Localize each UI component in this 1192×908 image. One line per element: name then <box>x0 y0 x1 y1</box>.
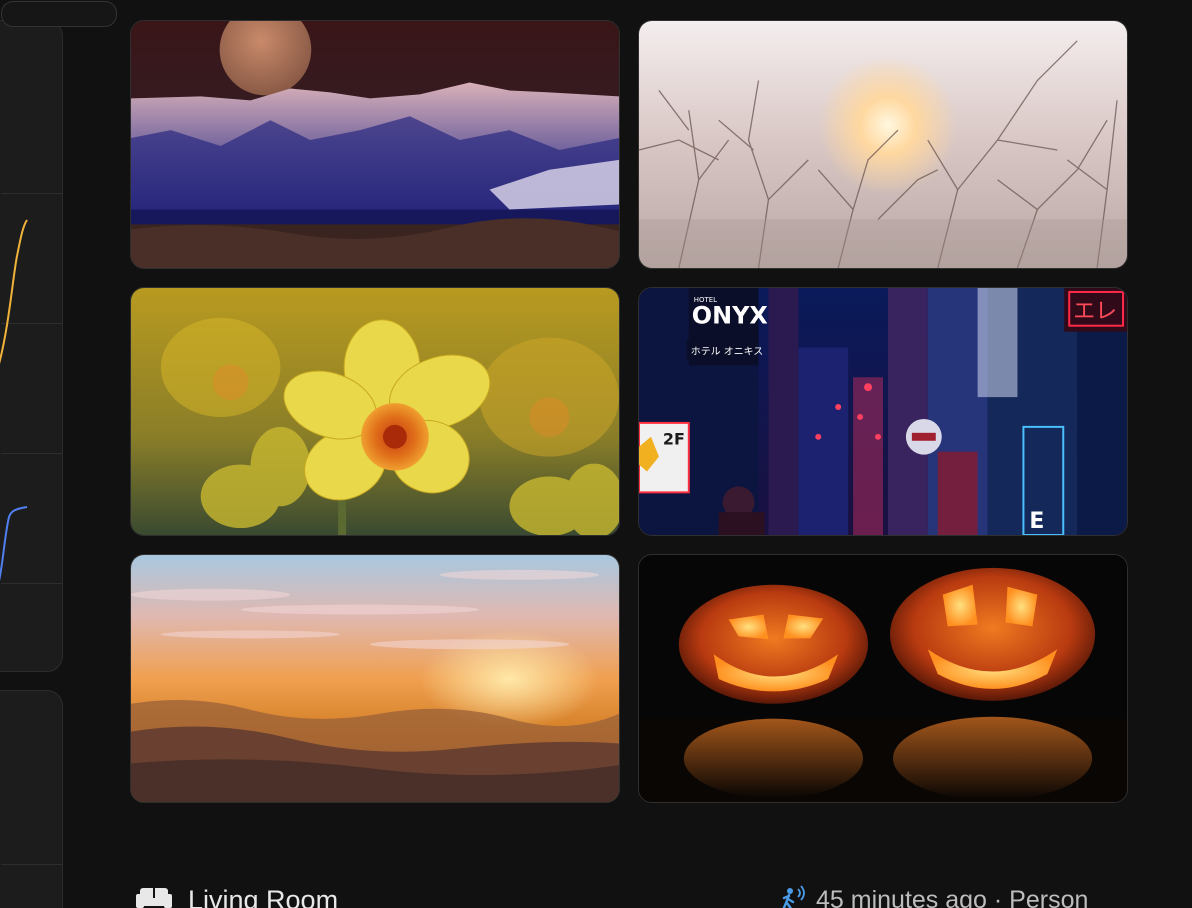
snapshot-mountain-moon[interactable] <box>130 20 620 269</box>
divider <box>1 453 63 454</box>
divider <box>1 864 63 865</box>
floor-sign: 2F <box>663 430 685 449</box>
camera-dashboard: エレ HOTEL ONYX ホテル オニキス 2F E Living Room … <box>0 0 1192 908</box>
sofa-icon <box>136 888 172 908</box>
jack-o-lanterns-image <box>639 555 1127 802</box>
snapshot-misty-sunrise[interactable] <box>638 20 1128 269</box>
snapshot-neon-alley[interactable]: エレ HOTEL ONYX ホテル オニキス 2F E <box>638 287 1128 536</box>
room-name[interactable]: Living Room <box>188 885 338 908</box>
humidity-sparkline <box>0 506 28 582</box>
hotel-sign-name: ONYX <box>692 302 768 330</box>
letter-sign: E <box>1029 509 1044 534</box>
neon-red-sign: エレ <box>1073 299 1117 324</box>
divider <box>1 193 63 194</box>
temperature-sparkline <box>0 219 28 365</box>
snapshot-sunset-hills[interactable] <box>130 554 620 803</box>
daffodil-image <box>131 288 619 535</box>
misty-sunrise-image <box>639 21 1127 268</box>
sunset-hills-image <box>131 555 619 802</box>
snapshot-daffodil[interactable] <box>130 287 620 536</box>
hotel-sign-jp: ホテル オニキス <box>691 345 763 357</box>
divider <box>1 583 63 584</box>
camera-footer: Living Room 45 minutes ago · Person <box>130 872 1130 908</box>
tab-pill[interactable] <box>1 1 117 27</box>
motion-sensor-icon <box>782 885 805 908</box>
sensor-card-2[interactable] <box>0 690 63 908</box>
last-event-status: 45 minutes ago · Person <box>816 886 1089 908</box>
mountain-moon-image <box>131 21 619 268</box>
snapshot-pumpkins[interactable] <box>638 554 1128 803</box>
sensor-card[interactable] <box>0 1 117 672</box>
neon-alley-image: エレ HOTEL ONYX ホテル オニキス 2F E <box>639 288 1127 535</box>
